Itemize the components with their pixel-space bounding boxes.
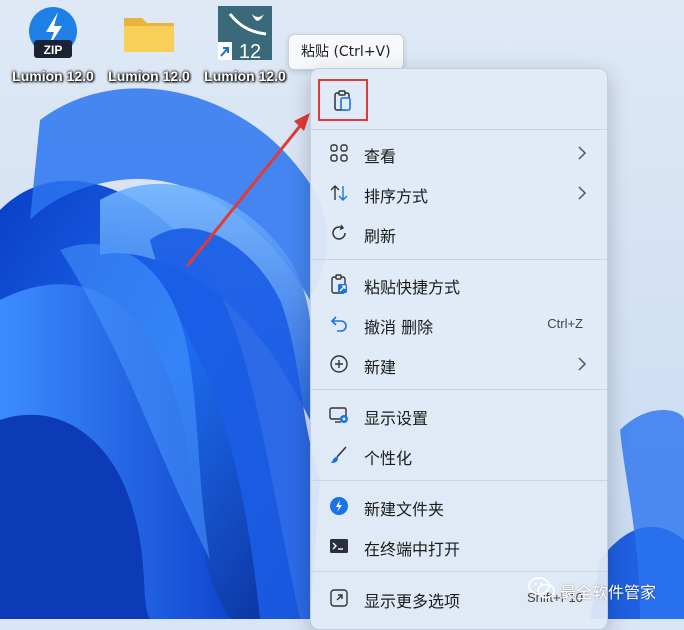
menu-item-personalize[interactable]: 个性化 <box>315 436 603 474</box>
menu-item-label: 新建文件夹 <box>364 500 445 519</box>
menu-item-open-in-terminal[interactable]: 在终端中打开 <box>315 527 603 565</box>
menu-item-label: 在终端中打开 <box>364 540 461 559</box>
desktop-icon-lumion[interactable]: 12 Lumion 12.0 <box>196 4 294 84</box>
paste-shortcut-icon <box>331 274 347 294</box>
quick-actions-row <box>311 69 607 129</box>
chevron-right-icon <box>578 357 587 371</box>
desktop-icon-folder[interactable]: Lumion 12.0 <box>100 4 198 84</box>
menu-item-label: 撤消 删除 <box>364 318 434 337</box>
more-options-icon <box>330 589 348 607</box>
menu-item-refresh[interactable]: 刷新 <box>315 214 603 252</box>
grid-icon <box>330 144 348 162</box>
menu-item-paste-shortcut[interactable]: 粘贴快捷方式 <box>315 265 603 303</box>
undo-icon <box>330 316 347 332</box>
menu-item-label: 查看 <box>364 147 397 166</box>
desktop-context-menu: 查看 排序方式 刷新 粘贴快捷方式 撤消 删除 Ctrl+Z 新建 显示设置 个… <box>310 68 608 630</box>
menu-separator <box>311 129 607 130</box>
zip-archive-icon: ZIP <box>24 4 82 62</box>
menu-separator <box>311 389 607 390</box>
menu-item-undo-delete[interactable]: 撤消 删除 Ctrl+Z <box>315 305 603 343</box>
chevron-right-icon <box>578 186 587 200</box>
terminal-icon <box>330 539 348 553</box>
lumion-version-badge: 12 <box>239 41 261 62</box>
desktop-icon-label: Lumion 12.0 <box>12 68 94 84</box>
menu-item-label: 刷新 <box>364 227 397 246</box>
zip-badge-text: ZIP <box>44 43 63 57</box>
menu-item-display-settings[interactable]: 显示设置 <box>315 396 603 434</box>
menu-item-sort-by[interactable]: 排序方式 <box>315 174 603 212</box>
watermark-text: 最全软件管家 <box>560 583 657 602</box>
menu-item-label: 粘贴快捷方式 <box>364 278 461 297</box>
menu-item-new[interactable]: 新建 <box>315 345 603 383</box>
clipboard-icon <box>334 90 351 111</box>
desktop-icon-label: Lumion 12.0 <box>204 68 286 84</box>
menu-item-label: 排序方式 <box>364 187 429 206</box>
plus-circle-icon <box>330 355 348 373</box>
chevron-right-icon <box>578 146 587 160</box>
menu-item-label: 个性化 <box>364 449 413 468</box>
menu-item-label: 新建 <box>364 358 397 377</box>
desktop-icon-zip[interactable]: ZIP Lumion 12.0 <box>4 4 102 84</box>
refresh-icon <box>332 224 346 240</box>
brush-icon <box>331 446 347 463</box>
display-settings-icon <box>329 407 348 423</box>
desktop-icon-label: Lumion 12.0 <box>108 68 190 84</box>
new-folder-icon <box>330 497 348 515</box>
menu-item-label: 显示设置 <box>364 409 429 428</box>
lumion-app-icon: 12 <box>216 4 274 63</box>
sort-icon <box>330 185 348 201</box>
menu-separator <box>311 571 607 572</box>
paste-tooltip: 粘贴 (Ctrl+V) <box>288 34 404 70</box>
folder-icon <box>120 4 178 62</box>
menu-separator <box>311 259 607 260</box>
menu-item-shortcut: Ctrl+Z <box>547 316 583 331</box>
menu-item-label: 显示更多选项 <box>364 592 461 611</box>
menu-item-new-folder[interactable]: 新建文件夹 <box>315 487 603 525</box>
menu-item-view[interactable]: 查看 <box>315 134 603 172</box>
menu-separator <box>311 480 607 481</box>
paste-button[interactable] <box>318 79 368 121</box>
wechat-icon <box>528 577 555 599</box>
